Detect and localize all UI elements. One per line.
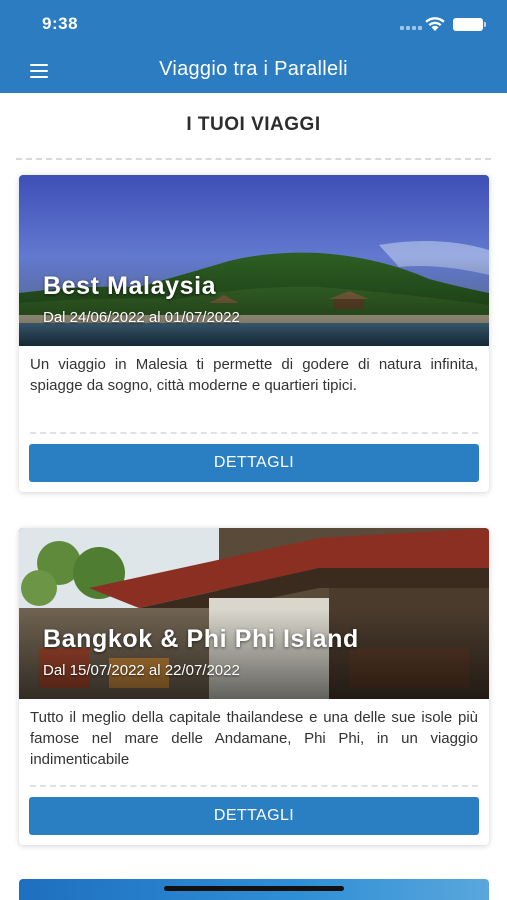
- app-header: 9:38 Viaggio tra i Paralleli: [0, 0, 507, 93]
- trip-title: Bangkok & Phi Phi Island: [43, 625, 359, 653]
- photo-overlay: [19, 256, 489, 346]
- photo-overlay: [19, 609, 489, 699]
- wifi-icon: [425, 17, 445, 31]
- trip-dates: Dal 15/07/2022 al 22/07/2022: [43, 662, 240, 679]
- cellular-signal-icon: [400, 26, 422, 30]
- app-title: Viaggio tra i Paralleli: [159, 58, 348, 80]
- trip-card: Bangkok & Phi Phi Island Dal 15/07/2022 …: [19, 528, 489, 845]
- trip-card: Best Malaysia Dal 24/06/2022 al 01/07/20…: [19, 175, 489, 492]
- nav-bar: Viaggio tra i Paralleli: [0, 48, 507, 93]
- trip-photo: Best Malaysia Dal 24/06/2022 al 01/07/20…: [19, 175, 489, 346]
- card-divider: [30, 785, 478, 787]
- trip-title: Best Malaysia: [43, 272, 217, 300]
- section-divider: [16, 158, 491, 160]
- page-title: I TUOI VIAGGI: [186, 114, 321, 135]
- trip-description: Tutto il meglio della capitale thailande…: [30, 709, 478, 768]
- card-divider: [30, 432, 478, 434]
- status-bar: 9:38: [0, 0, 507, 48]
- details-button[interactable]: DETTAGLI: [29, 444, 479, 482]
- battery-icon: [453, 18, 486, 31]
- trip-dates: Dal 24/06/2022 al 01/07/2022: [43, 309, 240, 326]
- details-button[interactable]: DETTAGLI: [29, 797, 479, 835]
- home-indicator: [164, 886, 344, 891]
- status-time: 9:38: [42, 14, 79, 33]
- trip-description: Un viaggio in Malesia ti permette di god…: [30, 356, 478, 394]
- trip-photo: Bangkok & Phi Phi Island Dal 15/07/2022 …: [19, 528, 489, 699]
